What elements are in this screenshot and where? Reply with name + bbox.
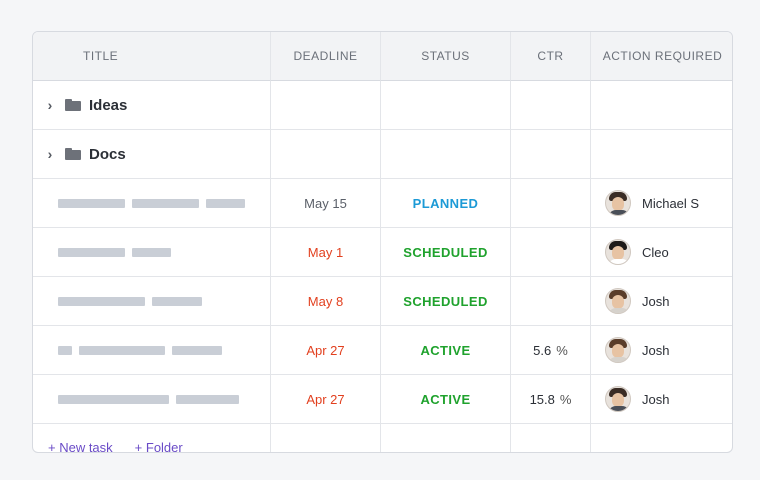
avatar <box>605 386 631 412</box>
text-placeholder-bar <box>58 247 125 257</box>
task-deadline[interactable]: May 8 <box>271 277 381 326</box>
avatar <box>605 190 631 216</box>
task-status-badge[interactable]: ACTIVE <box>381 375 511 424</box>
text-placeholder-bar <box>58 394 169 404</box>
task-ctr <box>511 228 591 277</box>
task-assignee[interactable]: Josh <box>591 375 732 424</box>
empty-cell <box>511 424 591 452</box>
task-status-badge[interactable]: SCHEDULED <box>381 277 511 326</box>
task-assignee[interactable]: Josh <box>591 277 732 326</box>
ctr-value: 15.8 <box>529 391 555 407</box>
column-header-status[interactable]: STATUS <box>381 32 511 81</box>
task-status-badge[interactable]: PLANNED <box>381 179 511 228</box>
task-ctr <box>511 277 591 326</box>
text-placeholder-bar <box>79 345 165 355</box>
column-header-action-required[interactable]: ACTION REQUIRED <box>591 32 732 81</box>
task-ctr: 15.8% <box>511 375 591 424</box>
folder-name: Ideas <box>89 96 128 114</box>
folder-row-docs[interactable]: › Docs <box>33 130 271 179</box>
folder-icon <box>65 148 81 160</box>
text-placeholder-bar <box>152 296 202 306</box>
folder-name: Docs <box>89 145 126 163</box>
new-task-link[interactable]: + New task <box>48 440 113 452</box>
task-assignee[interactable]: Cleo <box>591 228 732 277</box>
task-status-badge[interactable]: SCHEDULED <box>381 228 511 277</box>
task-deadline[interactable]: May 1 <box>271 228 381 277</box>
assignee-name: Cleo <box>642 244 669 260</box>
column-header-title[interactable]: TITLE <box>33 32 271 81</box>
empty-cell <box>511 81 591 130</box>
task-ctr <box>511 179 591 228</box>
text-placeholder-bar <box>58 345 72 355</box>
ctr-value: 5.6 <box>533 342 552 358</box>
empty-cell <box>591 130 732 179</box>
empty-cell <box>511 130 591 179</box>
new-folder-link[interactable]: + Folder <box>135 440 183 452</box>
empty-cell <box>591 424 732 452</box>
text-placeholder-bar <box>58 296 145 306</box>
avatar <box>605 239 631 265</box>
task-title-placeholder[interactable] <box>33 375 271 424</box>
avatar <box>605 288 631 314</box>
task-ctr: 5.6% <box>511 326 591 375</box>
text-placeholder-bar <box>172 345 222 355</box>
task-status-badge[interactable]: ACTIVE <box>381 326 511 375</box>
empty-cell <box>271 81 381 130</box>
task-deadline[interactable]: Apr 27 <box>271 375 381 424</box>
task-title-placeholder[interactable] <box>33 277 271 326</box>
empty-cell <box>271 130 381 179</box>
column-header-deadline[interactable]: DEADLINE <box>271 32 381 81</box>
text-placeholder-bar <box>132 198 199 208</box>
assignee-name: Josh <box>642 391 670 407</box>
empty-cell <box>591 81 732 130</box>
task-title-placeholder[interactable] <box>33 326 271 375</box>
text-placeholder-bar <box>132 247 171 257</box>
empty-cell <box>271 424 381 452</box>
empty-cell <box>381 130 511 179</box>
task-table-card: TITLE DEADLINE STATUS CTR ACTION REQUIRE… <box>32 31 733 453</box>
column-header-ctr[interactable]: CTR <box>511 32 591 81</box>
assignee-name: Josh <box>642 342 670 358</box>
assignee-name: Josh <box>642 293 670 309</box>
task-assignee[interactable]: Josh <box>591 326 732 375</box>
ctr-unit: % <box>559 391 572 407</box>
task-assignee[interactable]: Michael S <box>591 179 732 228</box>
task-deadline[interactable]: Apr 27 <box>271 326 381 375</box>
chevron-right-icon[interactable]: › <box>41 97 59 113</box>
text-placeholder-bar <box>206 198 245 208</box>
assignee-name: Michael S <box>642 195 700 211</box>
task-deadline[interactable]: May 15 <box>271 179 381 228</box>
empty-cell <box>381 424 511 452</box>
task-title-placeholder[interactable] <box>33 179 271 228</box>
chevron-right-icon[interactable]: › <box>41 146 59 162</box>
empty-cell <box>381 81 511 130</box>
folder-icon <box>65 99 81 111</box>
text-placeholder-bar <box>58 198 125 208</box>
ctr-unit: % <box>556 342 568 358</box>
avatar <box>605 337 631 363</box>
task-title-placeholder[interactable] <box>33 228 271 277</box>
text-placeholder-bar <box>176 394 239 404</box>
task-table: TITLE DEADLINE STATUS CTR ACTION REQUIRE… <box>33 32 732 452</box>
table-footer: + New task + Folder <box>33 424 271 452</box>
folder-row-ideas[interactable]: › Ideas <box>33 81 271 130</box>
